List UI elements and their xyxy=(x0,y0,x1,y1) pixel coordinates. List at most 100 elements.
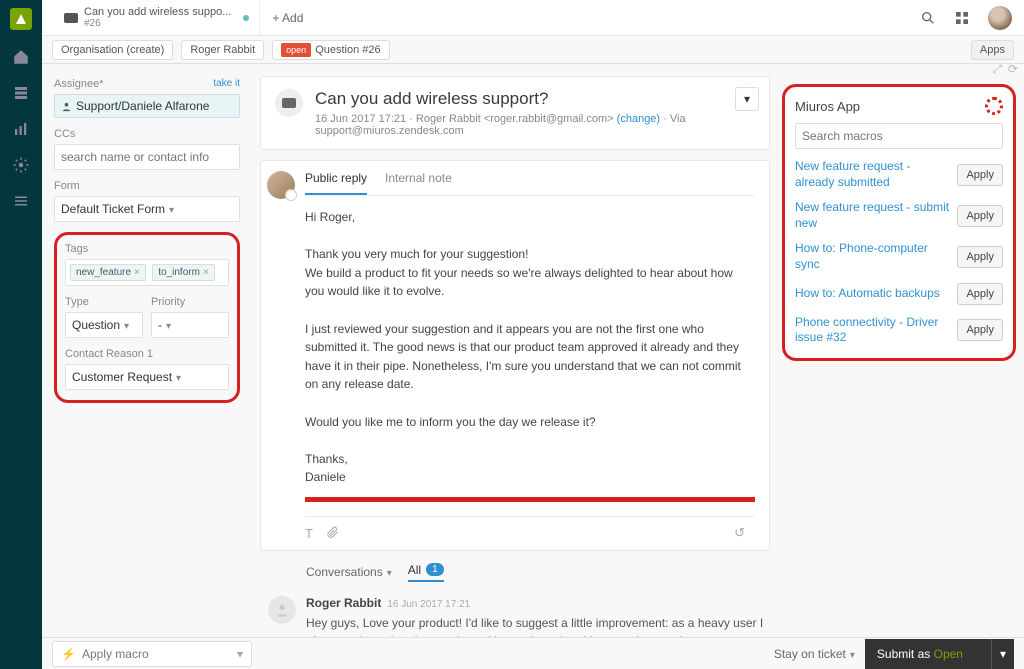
reporting-icon[interactable] xyxy=(12,120,30,138)
contact-reason-label: Contact Reason 1 xyxy=(65,348,153,360)
lightning-icon: ⚡ xyxy=(61,647,76,661)
highlighted-fields-box: Tags new_feature× to_inform× Type Questi… xyxy=(54,232,240,403)
ticket-title: Can you add wireless support? xyxy=(315,89,755,109)
search-icon[interactable] xyxy=(920,10,936,26)
apps-grid-icon[interactable] xyxy=(954,10,970,26)
footer-bar: ⚡ Apply macro ▾ Stay on ticket Submit as… xyxy=(42,637,1024,669)
submit-button[interactable]: Submit as Open xyxy=(865,639,991,669)
tags-field[interactable]: new_feature× to_inform× xyxy=(65,259,229,286)
macro-search-input[interactable] xyxy=(795,123,1003,149)
apply-macro-button[interactable]: Apply xyxy=(957,164,1003,186)
more-icon[interactable] xyxy=(12,192,30,210)
macro-link[interactable]: New feature request - submit new xyxy=(795,200,951,231)
ticket-header: Can you add wireless support? 16 Jun 201… xyxy=(260,76,770,150)
crumb-requester[interactable]: Roger Rabbit xyxy=(181,40,264,60)
tab-subtitle: #26 xyxy=(84,18,231,29)
ticket-properties-sidebar: Assignee* take it Support/Daniele Alfaron… xyxy=(42,64,252,637)
apps-panel: ⤢ ⟳ Miuros App New feature request - alr… xyxy=(778,64,1024,637)
priority-select[interactable]: - xyxy=(151,312,229,338)
tab-title: Can you add wireless suppo... xyxy=(84,6,231,18)
change-requester-link[interactable]: (change) xyxy=(617,113,660,125)
undo-icon[interactable]: ↺ xyxy=(734,525,745,541)
macro-row: Phone connectivity - Driver issue #32 Ap… xyxy=(795,315,1003,346)
left-nav xyxy=(0,0,42,669)
macro-row: New feature request - already submitted … xyxy=(795,159,1003,190)
expand-icon[interactable]: ⤢ xyxy=(992,62,1002,77)
zendesk-logo-icon xyxy=(10,8,32,30)
conversation-filter: Conversations All 1 xyxy=(260,551,770,592)
tab-public-reply[interactable]: Public reply xyxy=(305,171,367,195)
agent-avatar xyxy=(267,171,295,199)
macro-link[interactable]: New feature request - already submitted xyxy=(795,159,951,190)
ticket-main: Can you add wireless support? 16 Jun 201… xyxy=(252,64,778,637)
reply-toolbar: T ↺ xyxy=(305,516,755,550)
tag-chip[interactable]: new_feature× xyxy=(70,264,146,281)
apps-toggle-button[interactable]: Apps xyxy=(971,40,1014,60)
tag-chip[interactable]: to_inform× xyxy=(152,264,215,281)
crumb-ticket[interactable]: openQuestion #26 xyxy=(272,40,389,60)
form-label: Form xyxy=(54,180,80,192)
status-badge: open xyxy=(281,43,311,57)
submit-status-dropdown[interactable]: ▾ xyxy=(991,639,1014,669)
apply-macro-button[interactable]: Apply xyxy=(957,319,1003,341)
admin-gear-icon[interactable] xyxy=(12,156,30,174)
refresh-icon[interactable]: ⟳ xyxy=(1008,62,1018,77)
remove-tag-icon[interactable]: × xyxy=(203,267,209,278)
ccs-label: CCs xyxy=(54,128,75,140)
reply-textarea[interactable]: Hi Roger, Thank you very much for your s… xyxy=(305,196,755,495)
highlight-underline xyxy=(305,497,755,502)
tags-label: Tags xyxy=(65,243,88,255)
form-select[interactable]: Default Ticket Form xyxy=(54,196,240,222)
envelope-icon xyxy=(64,13,78,23)
crumb-organisation[interactable]: Organisation (create) xyxy=(52,40,173,60)
loading-spinner-icon xyxy=(985,97,1003,115)
chevron-down-icon: ▾ xyxy=(237,647,243,661)
attachment-icon[interactable] xyxy=(327,525,339,542)
take-it-link[interactable]: take it xyxy=(213,78,240,90)
macro-link[interactable]: Phone connectivity - Driver issue #32 xyxy=(795,315,951,346)
breadcrumb-bar: Organisation (create) Roger Rabbit openQ… xyxy=(42,36,1024,64)
conversations-filter[interactable]: Conversations xyxy=(306,565,392,579)
comment-time: 16 Jun 2017 17:21 xyxy=(387,599,470,610)
ticket-actions-dropdown[interactable]: ▾ xyxy=(735,87,759,111)
miuros-app-card: Miuros App New feature request - already… xyxy=(782,84,1016,361)
macro-row: How to: Automatic backups Apply xyxy=(795,283,1003,305)
views-icon[interactable] xyxy=(12,84,30,102)
workspace: Assignee* take it Support/Daniele Alfaron… xyxy=(42,64,1024,637)
modified-dot-icon xyxy=(243,15,249,21)
stay-on-ticket-dropdown[interactable]: Stay on ticket xyxy=(774,647,855,661)
ccs-input[interactable] xyxy=(54,144,240,170)
macro-link[interactable]: How to: Automatic backups xyxy=(795,286,951,302)
home-icon[interactable] xyxy=(12,48,30,66)
priority-label: Priority xyxy=(151,296,185,308)
comment-author: Roger Rabbit xyxy=(306,596,381,610)
macro-link[interactable]: How to: Phone-computer sync xyxy=(795,241,951,272)
reply-tabs: Public reply Internal note xyxy=(305,171,755,196)
apply-macro-button[interactable]: Apply xyxy=(957,246,1003,268)
remove-tag-icon[interactable]: × xyxy=(134,267,140,278)
assignee-field[interactable]: Support/Daniele Alfarone xyxy=(54,94,240,118)
apply-macro-dropdown[interactable]: ⚡ Apply macro ▾ xyxy=(52,641,252,667)
reply-box: Public reply Internal note Hi Roger, Tha… xyxy=(260,160,770,551)
macro-row: How to: Phone-computer sync Apply xyxy=(795,241,1003,272)
apply-macro-button[interactable]: Apply xyxy=(957,205,1003,227)
count-badge: 1 xyxy=(426,563,444,576)
contact-reason-select[interactable]: Customer Request xyxy=(65,364,229,390)
type-select[interactable]: Question xyxy=(65,312,143,338)
top-bar: Can you add wireless suppo... #26 + Add xyxy=(42,0,1024,36)
filter-all[interactable]: All 1 xyxy=(408,563,444,582)
tab-internal-note[interactable]: Internal note xyxy=(385,171,452,195)
app-title: Miuros App xyxy=(795,99,860,114)
assignee-label: Assignee* xyxy=(54,78,104,90)
envelope-icon xyxy=(282,98,296,108)
apply-macro-button[interactable]: Apply xyxy=(957,283,1003,305)
comment-body: Hey guys, Love your product! I'd like to… xyxy=(306,614,764,637)
user-avatar[interactable] xyxy=(988,6,1012,30)
channel-icon-wrap xyxy=(275,89,303,117)
type-label: Type xyxy=(65,296,89,308)
ticket-tab[interactable]: Can you add wireless suppo... #26 xyxy=(54,0,260,35)
text-format-icon[interactable]: T xyxy=(305,526,313,541)
ticket-meta: 16 Jun 2017 17:21 · Roger Rabbit <roger.… xyxy=(315,113,755,137)
add-tab-button[interactable]: + Add xyxy=(260,11,315,25)
comment: Roger Rabbit 16 Jun 2017 17:21 Hey guys, … xyxy=(260,592,770,637)
